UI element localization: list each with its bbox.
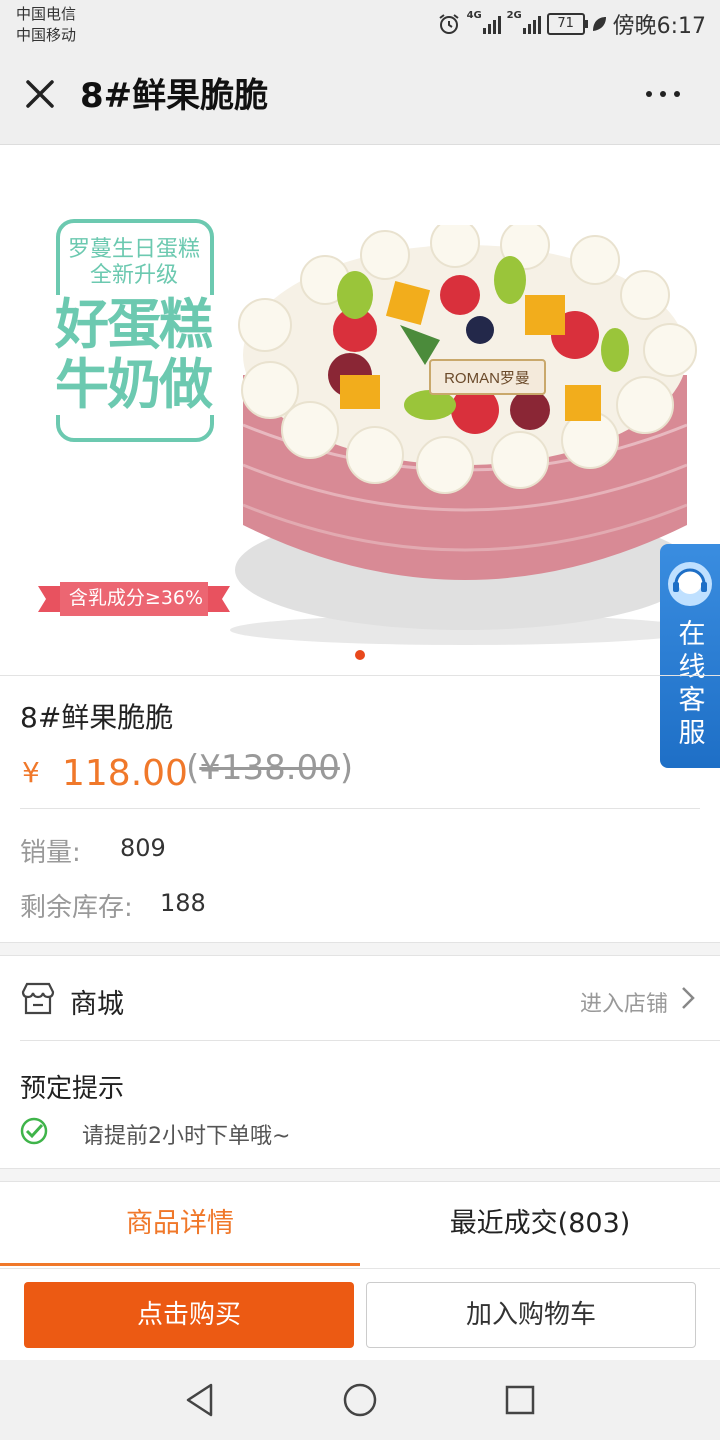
booking-notice-text: 请提前2小时下单哦~ [82, 1124, 291, 1149]
carrier-primary: 中国电信 [16, 5, 77, 23]
status-bar: 中国电信 中国移动 4G 2G 71 傍晚6:17 [0, 0, 720, 48]
enter-store-link[interactable]: 进入店铺 [580, 986, 668, 1018]
divider [0, 675, 720, 676]
tab-recent-deals[interactable]: 最近成交(803) [360, 1182, 720, 1266]
back-icon[interactable] [183, 1382, 217, 1418]
promo-subtitle: 罗蔓生日蛋糕 全新升级 [67, 237, 200, 288]
store-icon [21, 982, 55, 1015]
signal-4g-icon: 4G [467, 10, 501, 34]
add-to-cart-button[interactable]: 加入购物车 [366, 1282, 696, 1348]
online-service-label: 在线客服 [678, 619, 706, 749]
price-currency: ¥ [22, 756, 40, 789]
divider [20, 808, 700, 809]
stock-value: 188 [160, 889, 206, 917]
cake-image: ROMAN罗曼 [230, 225, 700, 645]
stock-label: 剩余库存: [20, 893, 133, 923]
headset-icon [668, 562, 712, 606]
chevron-right-icon[interactable] [678, 985, 698, 1011]
nav-bar: 8#鲜果脆脆 [0, 48, 720, 145]
signal-2g-icon: 2G [507, 10, 541, 34]
home-icon[interactable] [342, 1382, 378, 1418]
system-nav-bar [0, 1360, 720, 1440]
page-title: 8#鲜果脆脆 [80, 76, 269, 116]
sales-label: 销量: [20, 838, 81, 868]
carrier-secondary: 中国移动 [16, 26, 77, 44]
more-icon[interactable] [646, 84, 686, 104]
carousel-indicator[interactable] [355, 650, 365, 660]
cake-plaque: ROMAN罗曼 [444, 370, 530, 387]
product-image-carousel[interactable]: 罗蔓生日蛋糕 全新升级 好蛋糕 牛奶做 ROMAN罗曼 含乳成分≥36% [0, 145, 720, 675]
original-price: (¥138.00) [186, 748, 354, 788]
promo-slogan: 好蛋糕 牛奶做 [38, 295, 228, 415]
status-icons: 4G 2G 71 傍晚6:17 [437, 8, 706, 40]
tab-product-details[interactable]: 商品详情 [0, 1182, 360, 1266]
section-gap [0, 942, 720, 956]
check-circle-icon [20, 1117, 48, 1145]
leaf-icon [592, 17, 606, 31]
battery-icon: 71 [546, 13, 588, 35]
recents-icon[interactable] [504, 1384, 536, 1416]
sales-value: 809 [120, 834, 166, 862]
product-name: 8#鲜果脆脆 [20, 701, 174, 734]
booking-notice-title: 预定提示 [20, 1074, 125, 1104]
dairy-content-label: 含乳成分≥36% [68, 587, 204, 609]
store-label: 商城 [70, 989, 124, 1020]
close-icon[interactable] [20, 74, 60, 114]
divider [20, 1040, 720, 1041]
alarm-icon [438, 14, 459, 34]
clock: 傍晚6:17 [612, 14, 706, 39]
buy-now-button[interactable]: 点击购买 [24, 1282, 354, 1348]
current-price: 118.00 [62, 753, 188, 794]
section-gap [0, 1168, 720, 1182]
